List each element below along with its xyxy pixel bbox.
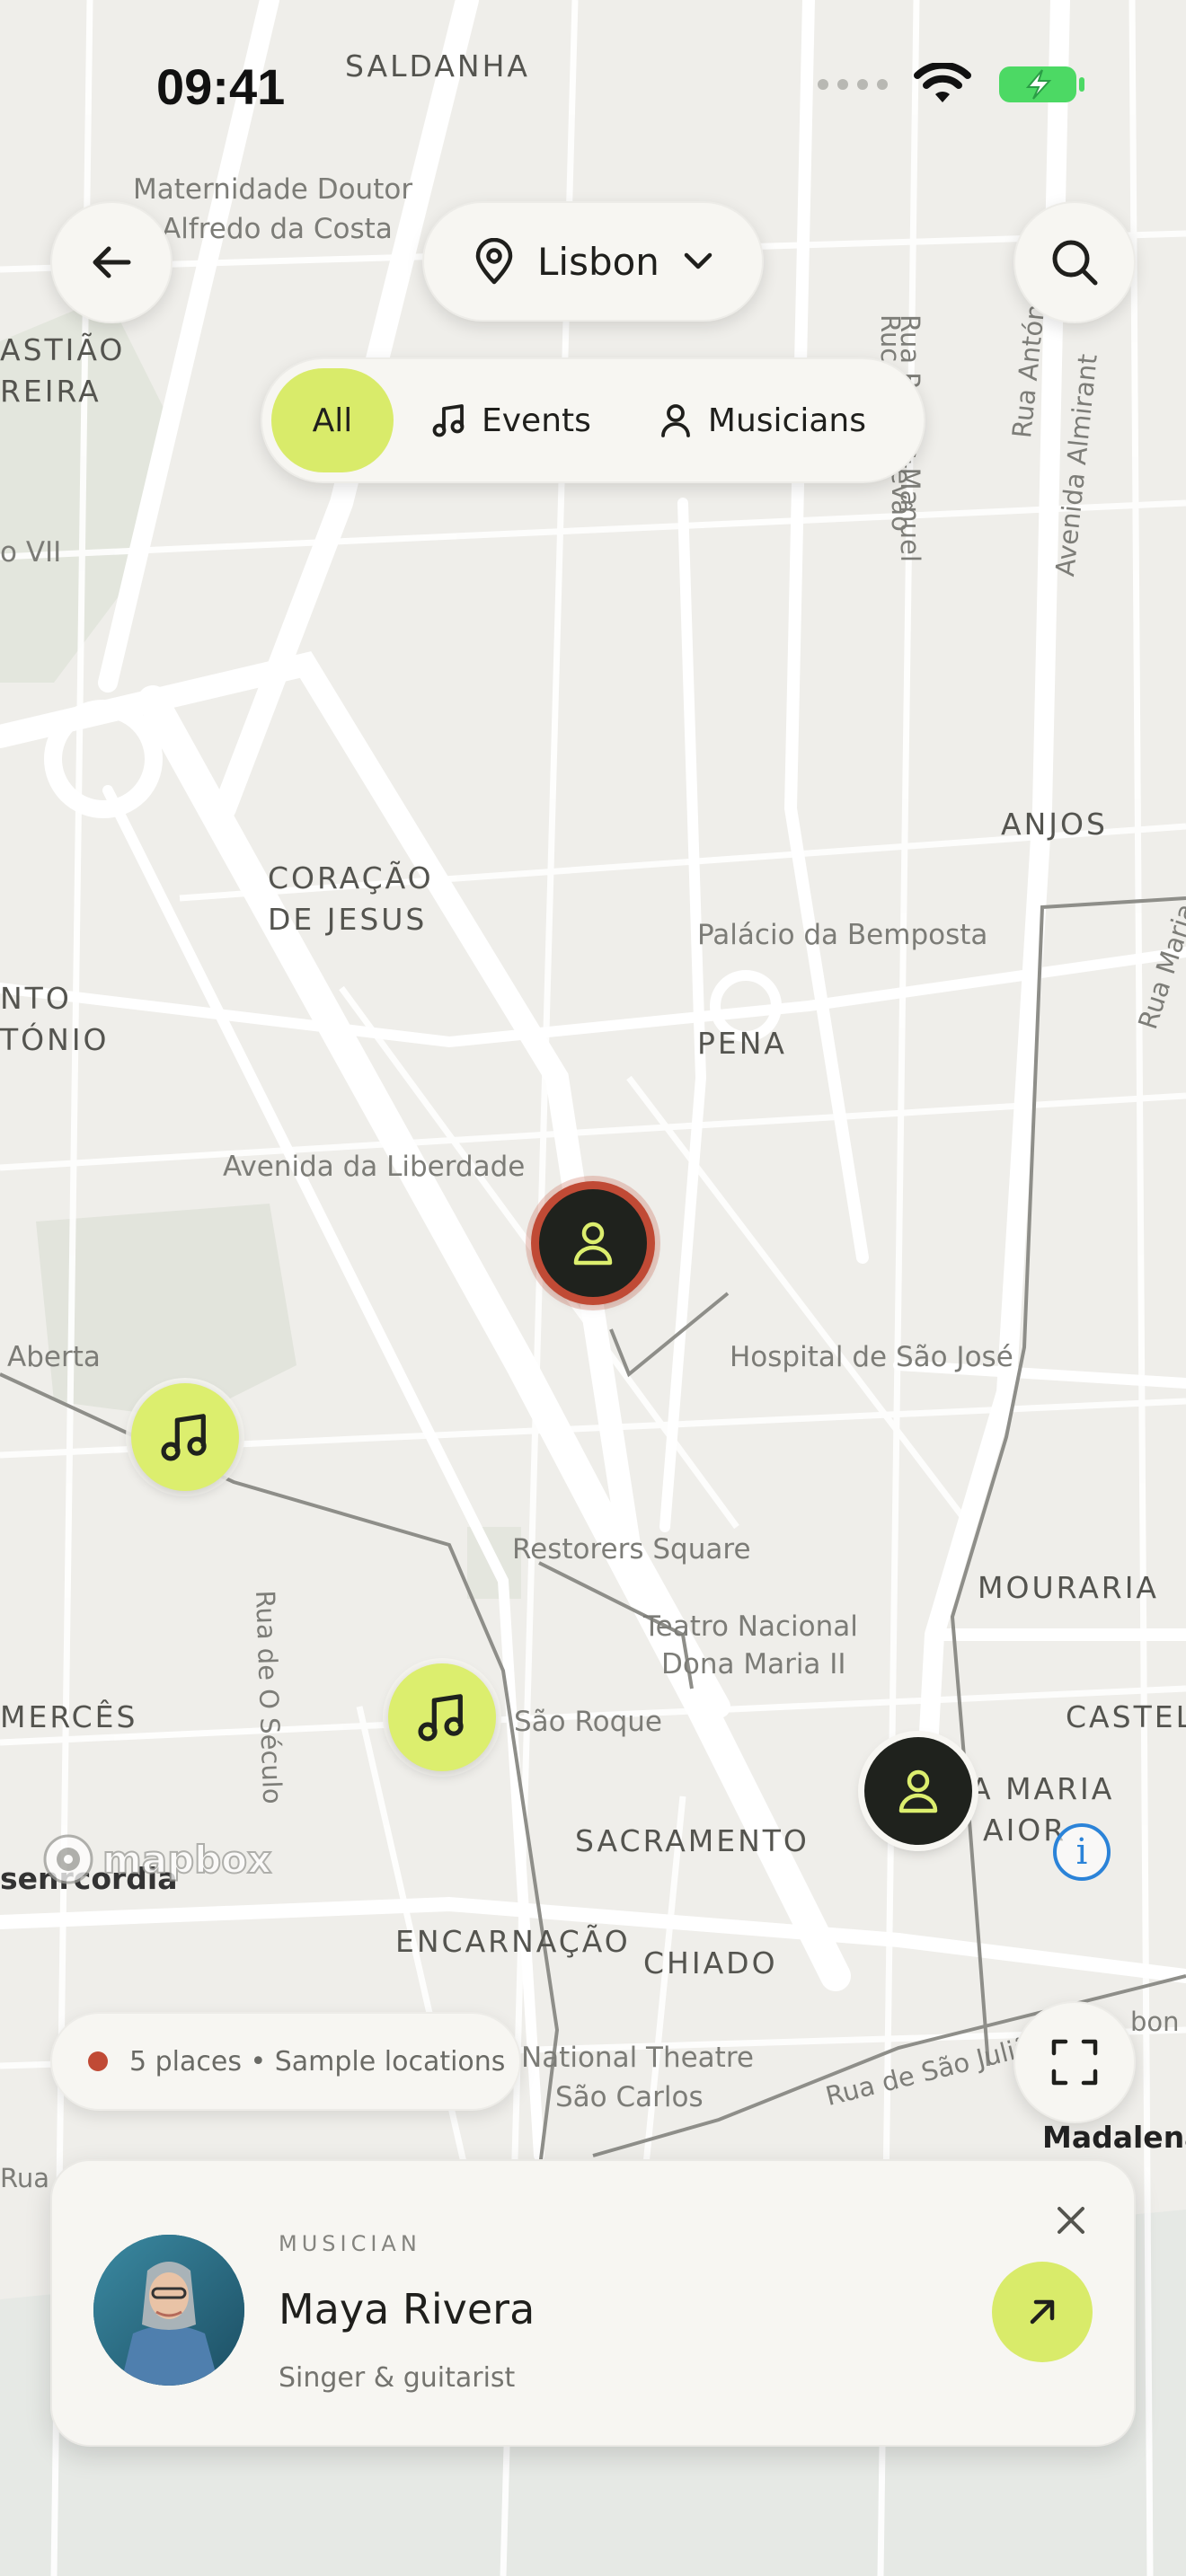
map-label: ANJOS bbox=[1001, 807, 1108, 842]
location-label: Lisbon bbox=[537, 239, 659, 284]
map-label: NTO bbox=[0, 981, 72, 1016]
map-street-label: Rua bbox=[0, 2163, 49, 2193]
musician-role: Singer & guitarist bbox=[279, 2362, 516, 2394]
map-poi-label: Dona Maria II bbox=[661, 1648, 846, 1681]
person-icon bbox=[573, 1222, 613, 1266]
map-pin-icon bbox=[475, 238, 513, 285]
map-marker-musician-selected[interactable] bbox=[539, 1189, 647, 1297]
search-button[interactable] bbox=[1013, 201, 1136, 323]
map-poi-label: Hospital de São José bbox=[730, 1341, 1013, 1373]
arrow-up-right-icon bbox=[1030, 2299, 1055, 2325]
mapbox-wordmark: mapbox bbox=[102, 1837, 272, 1883]
map-label: DE JESUS bbox=[268, 902, 428, 937]
map-label: ENCARNAÇÃO bbox=[395, 1924, 631, 1959]
filter-musicians[interactable]: Musicians bbox=[658, 368, 866, 472]
info-button[interactable]: i bbox=[1053, 1823, 1111, 1881]
battery-charging-icon bbox=[999, 66, 1084, 102]
back-button[interactable] bbox=[50, 201, 173, 323]
map-label: TÓNIO bbox=[0, 1022, 110, 1057]
map-poi-label: Aberta bbox=[7, 1341, 101, 1373]
open-profile-button[interactable] bbox=[992, 2262, 1093, 2362]
close-icon bbox=[1058, 2207, 1084, 2234]
status-icons bbox=[818, 63, 1087, 106]
places-summary[interactable]: 5 places • Sample locations bbox=[50, 2012, 521, 2111]
map-poi-label: Palácio da Bemposta bbox=[697, 919, 988, 951]
musician-detail-card[interactable]: MUSICIAN Maya Rivera Singer & guitarist bbox=[50, 2159, 1136, 2447]
mapbox-logo[interactable]: mapbox bbox=[41, 1832, 272, 1886]
person-icon bbox=[898, 1769, 938, 1813]
wifi-icon bbox=[914, 63, 971, 102]
filter-all-label: All bbox=[312, 401, 353, 439]
filter-events[interactable]: Events bbox=[431, 368, 591, 472]
map-label: SALDANHA bbox=[345, 49, 530, 84]
music-note-icon bbox=[418, 1694, 464, 1742]
fullscreen-button[interactable] bbox=[1013, 2001, 1136, 2123]
map-street-label: Ruc bbox=[875, 314, 906, 363]
map-label: A MARIA bbox=[970, 1771, 1115, 1806]
filter-segmented-control: All Events Musicians bbox=[261, 357, 925, 483]
map-poi-label: o VII bbox=[0, 536, 62, 569]
mapbox-icon bbox=[43, 1834, 93, 1884]
person-icon bbox=[660, 404, 690, 437]
music-note-icon bbox=[432, 404, 465, 437]
map-label: CORAÇÃO bbox=[268, 860, 434, 895]
map-label: CASTEL bbox=[1066, 1699, 1186, 1734]
map-label: MERCÊS bbox=[0, 1699, 138, 1734]
map-marker-event[interactable] bbox=[388, 1663, 496, 1771]
filter-musicians-label: Musicians bbox=[707, 401, 866, 439]
avatar bbox=[93, 2235, 244, 2386]
map-poi-label: Avenida da Liberdade bbox=[223, 1151, 526, 1183]
location-selector[interactable]: Lisbon bbox=[422, 201, 764, 322]
map-label: SACRAMENTO bbox=[575, 1823, 810, 1858]
map-poi-label: São Carlos bbox=[555, 2081, 704, 2113]
map-poi-label: National Theatre bbox=[521, 2042, 754, 2074]
avatar-photo bbox=[93, 2235, 244, 2386]
map-poi-label: Alfredo da Costa bbox=[162, 213, 393, 245]
map-poi-label: Teatro Nacional bbox=[643, 1610, 858, 1643]
places-summary-text: 5 places • Sample locations bbox=[129, 2045, 506, 2078]
musician-name: Maya Rivera bbox=[279, 2285, 535, 2333]
map-label: Madalena bbox=[1042, 2120, 1186, 2155]
music-note-icon bbox=[161, 1414, 207, 1461]
map-poi-label: Maternidade Doutor bbox=[133, 173, 413, 206]
map-label: CHIADO bbox=[643, 1945, 778, 1981]
search-icon bbox=[1052, 240, 1098, 286]
filter-events-label: Events bbox=[482, 401, 591, 439]
filter-all[interactable]: All bbox=[271, 368, 394, 472]
map-poi-label: Restorers Square bbox=[512, 1533, 751, 1566]
map-marker-musician[interactable] bbox=[864, 1737, 972, 1845]
chevron-down-icon bbox=[684, 252, 712, 269]
map-label: MOURARIA bbox=[978, 1570, 1160, 1605]
places-status-dot bbox=[88, 2051, 108, 2071]
close-card-button[interactable] bbox=[1046, 2195, 1096, 2245]
map-label: REIRA bbox=[0, 374, 102, 409]
map-label: ASTIÃO bbox=[0, 332, 126, 367]
map-poi-label: São Roque bbox=[514, 1706, 663, 1738]
map-street-label: Rua de O Século bbox=[250, 1589, 288, 1805]
signal-dots-icon bbox=[818, 79, 888, 90]
fullscreen-icon bbox=[1051, 2039, 1098, 2086]
card-category: MUSICIAN bbox=[279, 2231, 421, 2256]
info-icon: i bbox=[1075, 1831, 1088, 1873]
map-marker-event[interactable] bbox=[131, 1383, 239, 1491]
back-arrow-icon bbox=[93, 246, 131, 278]
status-time: 09:41 bbox=[156, 58, 286, 115]
map-label: PENA bbox=[697, 1026, 788, 1061]
map-street-label: bon bbox=[1130, 2007, 1180, 2037]
